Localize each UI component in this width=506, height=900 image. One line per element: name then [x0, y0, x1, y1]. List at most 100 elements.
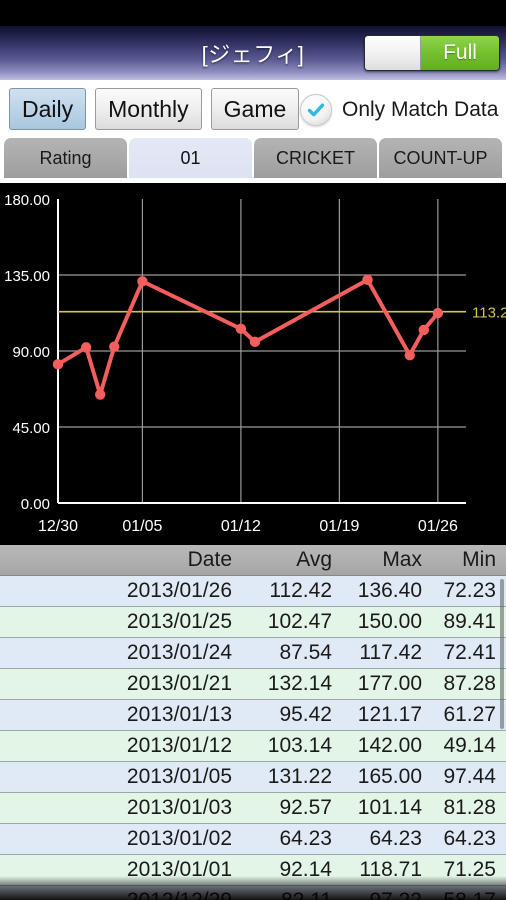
cell-date: 2013/01/13	[126, 703, 232, 726]
x-axis-tick-label: 01/26	[418, 518, 458, 535]
cell-min: 81.28	[443, 796, 496, 819]
y-axis-tick-label: 135.00	[4, 268, 50, 285]
x-axis-tick-label: 01/19	[319, 518, 359, 535]
toggle-label[interactable]: Full	[421, 36, 499, 70]
full-mode-toggle[interactable]: Full	[364, 35, 500, 71]
button-monthly[interactable]: Monthly	[95, 88, 202, 130]
column-header-date: Date	[187, 548, 232, 571]
data-point[interactable]	[404, 349, 415, 361]
cell-date: 2013/01/05	[126, 765, 232, 788]
check-icon[interactable]	[300, 94, 332, 126]
stats-table[interactable]: Date Avg Max Min 2013/01/26 112.42 136.40 7…	[0, 545, 506, 900]
series-line-avg	[56, 277, 440, 397]
table-row[interactable]: 2013/01/03 92.57 101.14 81.28	[0, 793, 506, 824]
tab-cricket[interactable]: CRICKET	[254, 138, 377, 178]
cell-min: 72.41	[443, 641, 496, 664]
cell-avg: 102.47	[267, 610, 332, 633]
tab-bar: Rating 01 CRICKET COUNT-UP	[0, 138, 506, 182]
tab-count-up[interactable]: COUNT-UP	[379, 138, 502, 178]
cell-date: 2013/01/03	[126, 796, 232, 819]
average-line-label: 113.27	[472, 305, 506, 322]
table-row[interactable]: 2013/01/05 131.22 165.00 97.44	[0, 762, 506, 793]
cell-min: 64.23	[443, 827, 496, 850]
cell-max: 142.00	[357, 734, 422, 757]
data-point[interactable]	[137, 276, 148, 287]
cell-avg: 103.14	[267, 734, 332, 757]
app-root: [ジェフィ] Full Daily Monthly Game Only Matc…	[0, 0, 506, 900]
cell-avg: 112.42	[269, 579, 332, 602]
status-bar	[0, 0, 506, 26]
data-point[interactable]	[432, 307, 444, 319]
table-row[interactable]: 2013/01/12 103.14 142.00 49.14	[0, 731, 506, 762]
tab-01[interactable]: 01	[129, 138, 252, 178]
table-body: 2013/01/26 112.42 136.40 72.23 2013/01/25 102…	[0, 576, 506, 900]
table-row[interactable]: 2013/01/01 92.14 118.71 71.25	[0, 855, 506, 886]
y-axis-tick-label: 0.00	[21, 496, 50, 513]
data-point[interactable]	[95, 389, 106, 400]
cell-min: 97.44	[443, 765, 496, 788]
cell-avg: 82.11	[248, 889, 340, 900]
rating-line-chart[interactable]: 0.00 45.00 90.00 135.00 180.00 12/30 01/05 01/1…	[0, 183, 506, 545]
data-point[interactable]	[109, 341, 120, 352]
cell-avg: 132.14	[267, 672, 332, 695]
cell-min: 49.14	[443, 734, 496, 757]
cell-date: 2013/01/21	[126, 672, 232, 695]
cell-date: 2013/01/26	[126, 579, 232, 602]
cell-min: 58.17	[430, 889, 506, 900]
table-row[interactable]: 2012/12/2982.1197.2258.17	[0, 886, 506, 900]
title-bar: [ジェフィ] Full	[0, 26, 506, 80]
table-header-row: Date Avg Max Min	[0, 545, 506, 576]
cell-max: 121.17	[357, 703, 422, 726]
column-header-min: Min	[462, 548, 496, 571]
x-axis-tick-label: 12/30	[38, 518, 78, 535]
tab-rating[interactable]: Rating	[4, 138, 127, 178]
cell-date: 2013/01/12	[126, 734, 232, 757]
cell-max: 150.00	[357, 610, 422, 633]
cell-date: 2013/01/24	[126, 641, 232, 664]
cell-max: 117.42	[359, 641, 422, 664]
button-game[interactable]: Game	[210, 88, 300, 130]
y-axis-tick-label: 45.00	[12, 420, 50, 437]
cell-date: 2013/01/01	[126, 858, 232, 881]
table-scrollbar[interactable]	[500, 579, 504, 729]
cell-date: 2013/01/02	[126, 827, 232, 850]
cell-max: 165.00	[357, 765, 422, 788]
cell-max: 64.23	[369, 827, 422, 850]
cell-max: 177.00	[357, 672, 422, 695]
cell-avg: 95.42	[279, 703, 332, 726]
only-match-data-checkbox[interactable]: Only Match Data	[300, 94, 498, 126]
cell-avg: 92.57	[279, 796, 332, 819]
cell-date: 2013/01/25	[126, 610, 232, 633]
column-header-avg: Avg	[296, 548, 332, 571]
button-daily[interactable]: Daily	[9, 88, 87, 130]
cell-date: 2012/12/29	[0, 889, 248, 900]
table-row[interactable]: 2013/01/02 64.23 64.23 64.23	[0, 824, 506, 855]
cell-min: 61.27	[443, 703, 496, 726]
x-axis-tick-label: 01/12	[221, 518, 261, 535]
cell-min: 89.41	[443, 610, 496, 633]
table-row[interactable]: 2013/01/21 132.14 177.00 87.28	[0, 669, 506, 700]
data-point[interactable]	[52, 359, 64, 370]
y-axis-tick-label: 180.00	[4, 192, 50, 209]
cell-max: 97.22	[340, 889, 430, 900]
cell-avg: 92.14	[279, 858, 332, 881]
cell-max: 136.40	[357, 579, 422, 602]
table-row[interactable]: 2013/01/13 95.42 121.17 61.27	[0, 700, 506, 731]
data-point[interactable]	[235, 323, 247, 335]
table-row[interactable]: 2013/01/24 87.54 117.42 72.41	[0, 638, 506, 669]
table-row[interactable]: 2013/01/25 102.47 150.00 89.41	[0, 607, 506, 638]
checkbox-label: Only Match Data	[342, 98, 499, 121]
cell-min: 72.23	[443, 579, 496, 602]
cell-min: 71.25	[443, 858, 496, 881]
data-point[interactable]	[80, 342, 92, 353]
data-point[interactable]	[362, 274, 373, 286]
page-title: [ジェフィ]	[201, 42, 305, 67]
x-axis-tick-label: 01/05	[122, 518, 162, 535]
data-point[interactable]	[249, 336, 261, 348]
y-axis-tick-label: 90.00	[12, 344, 50, 361]
tab-separator	[0, 180, 506, 182]
toggle-knob[interactable]	[365, 36, 421, 70]
table-row[interactable]: 2013/01/26 112.42 136.40 72.23	[0, 576, 506, 607]
data-point[interactable]	[418, 324, 429, 336]
cell-avg: 87.54	[279, 641, 332, 664]
